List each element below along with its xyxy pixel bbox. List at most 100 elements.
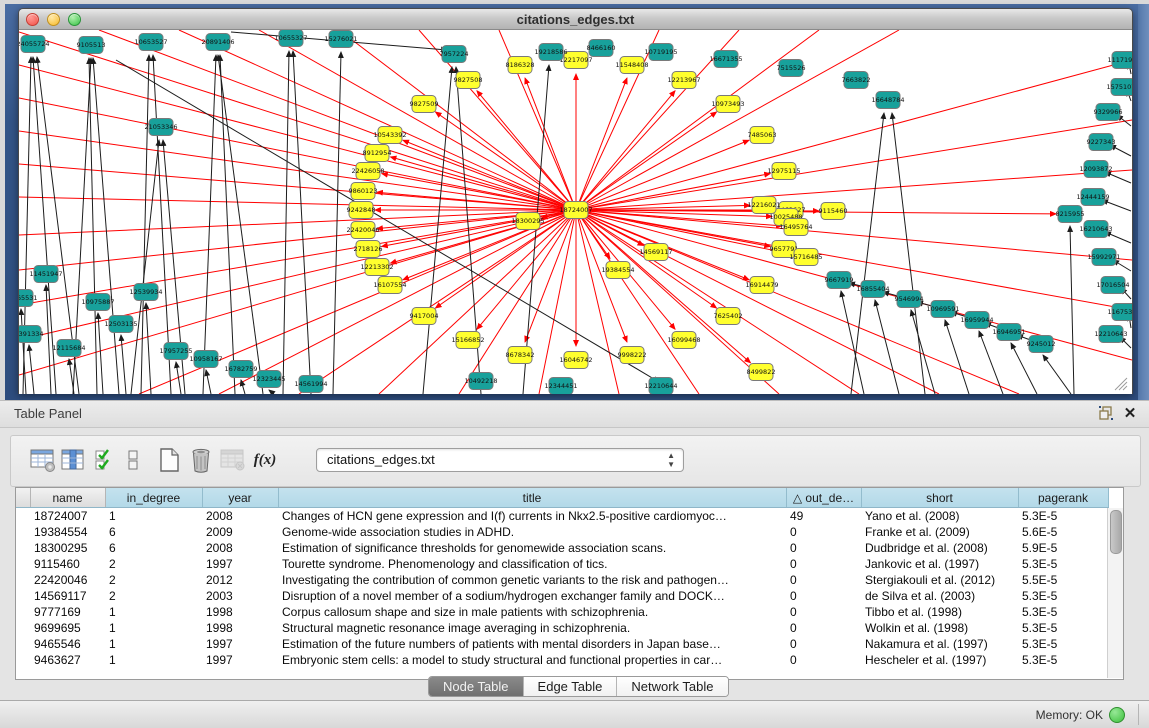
graph-node[interactable]: 12975115: [767, 163, 800, 180]
tab-network-table[interactable]: Network Table: [617, 677, 727, 696]
graph-node[interactable]: 7625402: [714, 308, 743, 325]
graph-node[interactable]: 17957255: [159, 343, 192, 360]
graph-node[interactable]: 10975887: [81, 294, 114, 311]
memory-status-indicator[interactable]: [1109, 707, 1125, 723]
graph-node[interactable]: 9417004: [410, 308, 439, 325]
graph-node[interactable]: 16099468: [667, 332, 700, 349]
tab-edge-table[interactable]: Edge Table: [524, 677, 618, 696]
graph-node[interactable]: 16495764: [779, 219, 812, 236]
graph-node[interactable]: 9667919: [825, 272, 854, 289]
graph-node[interactable]: 7957224: [440, 46, 469, 63]
table-row[interactable]: 2242004622012Investigating the contribut…: [16, 572, 1108, 588]
graph-node[interactable]: 22426058: [351, 163, 384, 180]
close-panel-icon[interactable]: ✕: [1121, 405, 1139, 423]
graph-node[interactable]: 2718126: [354, 241, 383, 258]
citation-network-graph[interactable]: 9463627129751157485063109734931221396711…: [19, 30, 1132, 394]
graph-node[interactable]: 15166852: [451, 332, 484, 349]
graph-node[interactable]: 12213302: [360, 259, 393, 276]
graph-node[interactable]: 14569117: [639, 244, 672, 261]
table-row[interactable]: 911546021997Tourette syndrome. Phenomeno…: [16, 556, 1108, 572]
graph-node[interactable]: 8912954: [363, 145, 392, 162]
graph-node[interactable]: 8215955: [1056, 206, 1085, 223]
graph-node[interactable]: 12344451: [544, 378, 577, 395]
graph-node[interactable]: 12115684: [52, 340, 85, 357]
column-header-year[interactable]: year: [202, 488, 278, 508]
column-chooser-icon[interactable]: [59, 446, 87, 474]
graph-node[interactable]: 9115460: [819, 203, 848, 220]
graph-node[interactable]: 20891406: [201, 34, 234, 51]
graph-node[interactable]: 9998222: [618, 347, 647, 364]
graph-node[interactable]: 9391334: [19, 326, 43, 343]
graph-node[interactable]: 15716485: [789, 249, 822, 266]
table-row[interactable]: 977716911998Corpus callosum shape and si…: [16, 604, 1108, 620]
graph-node[interactable]: 16855404: [856, 281, 889, 298]
graph-node[interactable]: 19218586: [534, 44, 567, 61]
graph-node[interactable]: 15276021: [324, 31, 357, 48]
graph-node[interactable]: 16959944: [960, 312, 993, 329]
canvas-resize-grip[interactable]: [1119, 382, 1127, 390]
graph-node[interactable]: 10655327: [274, 30, 307, 47]
new-document-icon[interactable]: [155, 446, 183, 474]
graph-node[interactable]: 10969591: [926, 301, 959, 318]
graph-node[interactable]: 8499822: [747, 364, 776, 381]
graph-node[interactable]: 12216021: [747, 197, 780, 214]
function-builder-icon[interactable]: f(x): [251, 446, 279, 474]
graph-node[interactable]: 14561994: [294, 376, 327, 393]
graph-node[interactable]: 16648784: [871, 92, 904, 109]
column-header-name[interactable]: name: [30, 488, 105, 508]
graph-node[interactable]: 10973493: [711, 96, 744, 113]
graph-node[interactable]: 9546994: [895, 291, 924, 308]
graph-node[interactable]: 10543392: [373, 127, 406, 144]
network-canvas[interactable]: 9463627129751157485063109734931221396711…: [19, 30, 1132, 394]
graph-node[interactable]: 16914479: [745, 277, 778, 294]
graph-node[interactable]: 12210643: [1094, 326, 1127, 343]
graph-node[interactable]: 15992971: [1087, 249, 1120, 266]
column-header-title[interactable]: title: [278, 488, 786, 508]
graph-node[interactable]: 21053346: [144, 119, 177, 136]
network-window[interactable]: citations_edges.txt 94636271297511574850…: [18, 8, 1133, 394]
graph-node[interactable]: 10958167: [189, 351, 222, 368]
table-source-dropdown[interactable]: citations_edges.txt ▲▼: [316, 448, 684, 472]
graph-node[interactable]: 22420046: [346, 222, 379, 239]
graph-node[interactable]: 9860123: [349, 183, 378, 200]
canvas-resize-grip[interactable]: [1123, 386, 1127, 390]
graph-node[interactable]: 12093872: [1079, 161, 1112, 178]
graph-node[interactable]: 10492218: [464, 373, 497, 390]
graph-node[interactable]: 10719195: [644, 44, 677, 61]
graph-node[interactable]: 11548408: [615, 57, 648, 74]
table-row[interactable]: 969969511998Structural magnetic resonanc…: [16, 620, 1108, 636]
graph-node[interactable]: 12213967: [667, 72, 700, 89]
row-selector-icon[interactable]: [119, 446, 147, 474]
column-header-pagerank[interactable]: pagerank: [1018, 488, 1108, 508]
graph-node[interactable]: 8678342: [506, 347, 535, 364]
graph-node[interactable]: 12503135: [104, 316, 137, 333]
network-window-titlebar[interactable]: citations_edges.txt: [19, 9, 1132, 30]
graph-node[interactable]: 11451947: [29, 266, 62, 283]
table-row[interactable]: 946362711997Embryonic stem cells: a mode…: [16, 652, 1108, 668]
graph-node[interactable]: 18300295: [511, 213, 544, 230]
graph-node[interactable]: 7515526: [777, 60, 806, 77]
column-header-in_degree[interactable]: in_degree: [105, 488, 202, 508]
graph-node[interactable]: 16946951: [992, 324, 1025, 341]
graph-node[interactable]: 12210644: [644, 378, 677, 395]
graph-node[interactable]: 12539934: [129, 284, 162, 301]
graph-node[interactable]: 16210643: [1079, 221, 1112, 238]
table-settings-icon[interactable]: [29, 446, 57, 474]
graph-node[interactable]: 9227343: [1087, 134, 1116, 151]
graph-node[interactable]: 9827508: [454, 72, 483, 89]
select-columns-icon[interactable]: [91, 446, 119, 474]
table-vertical-scrollbar[interactable]: [1107, 508, 1123, 678]
graph-node[interactable]: 24055724: [19, 36, 50, 53]
graph-node[interactable]: 15751074: [1106, 79, 1132, 96]
graph-node[interactable]: 16671355: [709, 51, 742, 68]
graph-node[interactable]: 12065531: [19, 290, 38, 307]
graph-node[interactable]: 9827509: [410, 96, 439, 113]
graph-node[interactable]: 9245012: [1027, 336, 1056, 353]
graph-node[interactable]: 12323445: [252, 371, 285, 388]
table-row[interactable]: 946554611997Estimation of the future num…: [16, 636, 1108, 652]
column-header-short[interactable]: short: [861, 488, 1018, 508]
graph-node[interactable]: 17016504: [1096, 277, 1129, 294]
table-row[interactable]: 1830029562008Estimation of significance …: [16, 540, 1108, 556]
scrollbar-thumb[interactable]: [1110, 510, 1122, 554]
graph-node[interactable]: 16107554: [373, 277, 406, 294]
